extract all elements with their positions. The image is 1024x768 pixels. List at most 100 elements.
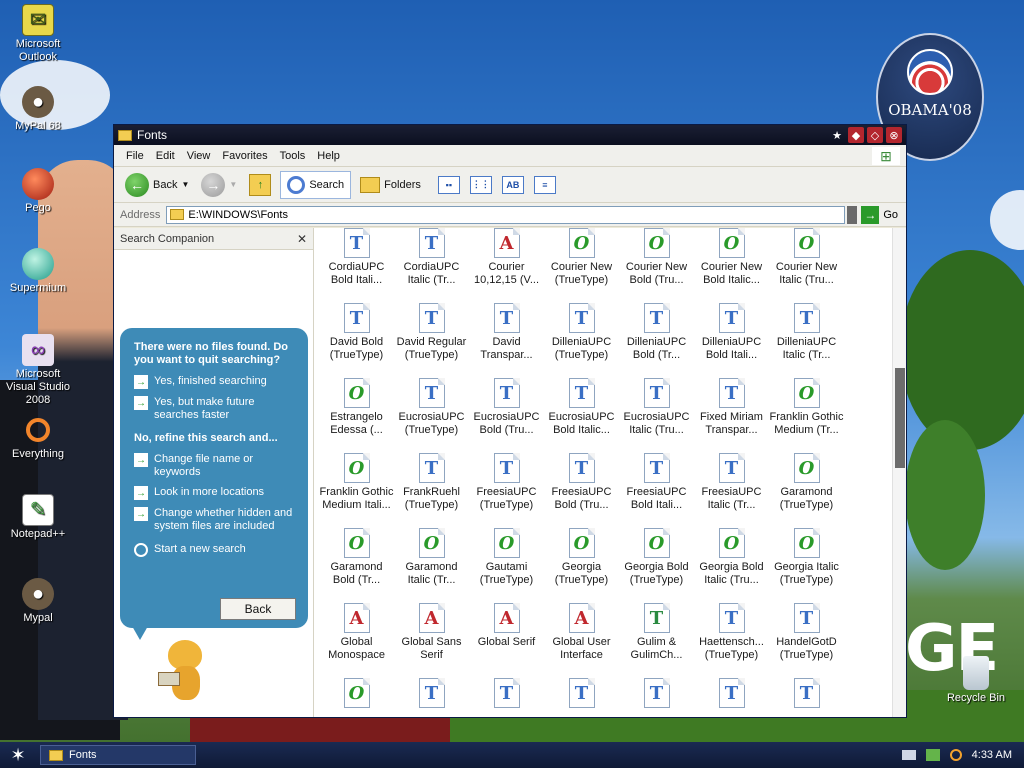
menu-edit[interactable]: Edit [150,150,181,162]
font-file-item[interactable]: O Estrangelo Edessa (... [319,378,394,453]
font-file-item[interactable]: T David Transpar... [469,303,544,378]
font-file-item[interactable]: T DilleniaUPC Bold (Tr... [619,303,694,378]
font-file-item[interactable]: O Gautami (TrueType) [469,528,544,603]
desktop-icon-recycle-bin[interactable]: Recycle Bin [944,656,1008,704]
font-file-item[interactable]: O Franklin Gothic Medium Itali... [319,453,394,528]
font-file-item[interactable]: O Georgia Bold Italic (Tru... [694,528,769,603]
view-details-icon[interactable]: ≡ [533,175,556,194]
back-button[interactable]: ← Back ▼ [122,171,192,199]
font-file-item[interactable]: O Courier New (TrueType) [544,228,619,303]
font-file-item[interactable]: O Garamond Bold (Tr... [319,528,394,603]
desktop-icon-everything[interactable]: Everything [0,414,76,461]
search-button[interactable]: Search [280,170,352,199]
font-file-item[interactable]: O Georgia Bold (TrueType) [619,528,694,603]
font-file-item[interactable]: O Georgia (TrueType) [544,528,619,603]
keyboard-icon[interactable] [901,750,916,760]
font-file-item[interactable]: T David Regular (TrueType) [394,303,469,378]
network-icon[interactable] [925,749,940,761]
address-field[interactable]: E:\WINDOWS\Fonts [166,205,846,224]
view-icons-icon[interactable]: ⋮⋮ [469,175,492,194]
close-icon[interactable]: ✕ [297,232,307,246]
desktop-icon-supermium[interactable]: Supermium [0,248,76,295]
font-file-item[interactable]: O [319,678,394,717]
desktop-icon-notepadpp[interactable]: ✎ Notepad++ [0,494,76,541]
font-file-item[interactable]: A Global Serif [469,603,544,678]
font-file-item[interactable]: T FreesiaUPC Bold (Tru... [544,453,619,528]
taskbar-item-fonts[interactable]: Fonts [40,745,196,765]
option-hidden-files[interactable]: → Change whether hidden and system files… [134,507,296,533]
chevron-down-icon[interactable]: ▼ [229,180,237,189]
up-folder-button[interactable]: ↑ [246,172,274,198]
font-file-item[interactable]: O Garamond Italic (Tr... [394,528,469,603]
font-file-item[interactable]: T DilleniaUPC (TrueType) [544,303,619,378]
minimize-button[interactable]: ◇ [867,127,883,143]
font-file-item[interactable]: T HandelGotD (TrueType) [769,603,844,678]
font-file-item[interactable]: T [469,678,544,717]
font-file-item[interactable]: T [769,678,844,717]
go-button[interactable]: → Go [861,205,898,224]
font-file-item[interactable]: T Haettensch... (TrueType) [694,603,769,678]
font-file-item[interactable]: T [394,678,469,717]
font-file-item[interactable]: T CordiaUPC Bold Itali... [319,228,394,303]
option-more-locations[interactable]: → Look in more locations [134,486,296,500]
font-file-item[interactable]: A Global User Interface [544,603,619,678]
font-file-item[interactable]: T [544,678,619,717]
font-file-item[interactable]: T David Bold (TrueType) [319,303,394,378]
font-file-item[interactable]: T FreesiaUPC Italic (Tr... [694,453,769,528]
font-file-item[interactable]: T Fixed Miriam Transpar... [694,378,769,453]
font-file-item[interactable]: T FreesiaUPC (TrueType) [469,453,544,528]
option-finished-searching[interactable]: → Yes, finished searching [134,375,296,389]
font-file-item[interactable]: T FreesiaUPC Bold Itali... [619,453,694,528]
font-file-item[interactable]: T EucrosiaUPC Bold Italic... [544,378,619,453]
font-file-item[interactable]: T EucrosiaUPC Bold (Tru... [469,378,544,453]
rollup-button[interactable]: ◆ [848,127,864,143]
font-file-item[interactable]: T EucrosiaUPC (TrueType) [394,378,469,453]
vertical-scrollbar[interactable] [892,228,906,717]
font-file-item[interactable]: T [694,678,769,717]
desktop-icon-mypal68[interactable]: ● MyPal 68 [0,86,76,133]
companion-back-button[interactable]: Back [220,598,296,620]
font-file-item[interactable]: O Courier New Bold Italic... [694,228,769,303]
desktop-icon-outlook[interactable]: ✉ Microsoft Outlook [0,4,76,64]
font-file-item[interactable]: A Global Monospace [319,603,394,678]
folders-button[interactable]: Folders [357,175,424,195]
desktop-icon-mypal[interactable]: ● Mypal [0,578,76,625]
option-new-search[interactable]: Start a new search [134,543,296,557]
clock[interactable]: 4:33 AM [972,749,1012,761]
font-file-item[interactable]: T DilleniaUPC Bold Itali... [694,303,769,378]
font-file-item[interactable]: A Global Sans Serif [394,603,469,678]
font-file-item[interactable]: O Garamond (TrueType) [769,453,844,528]
address-dropdown-icon[interactable] [847,205,858,224]
font-file-item[interactable]: T CordiaUPC Italic (Tr... [394,228,469,303]
menu-tools[interactable]: Tools [274,150,312,162]
font-file-item[interactable]: O Georgia Italic (TrueType) [769,528,844,603]
font-file-item[interactable]: T Gulim & GulimCh... [619,603,694,678]
font-file-item[interactable]: A Courier 10,12,15 (V... [469,228,544,303]
font-file-item[interactable]: T DilleniaUPC Italic (Tr... [769,303,844,378]
view-thumbnails-icon[interactable]: ▪▪ [437,175,460,194]
pin-icon[interactable]: ★ [829,127,845,143]
option-change-name[interactable]: → Change file name or keywords [134,453,296,479]
font-file-item[interactable]: T FrankRuehl (TrueType) [394,453,469,528]
option-faster-searches[interactable]: → Yes, but make future searches faster [134,396,296,422]
menu-file[interactable]: File [120,150,150,162]
close-button[interactable]: ⊗ [886,127,902,143]
desktop-icon-visual-studio[interactable]: ∞ Microsoft Visual Studio 2008 [0,334,76,407]
menu-help[interactable]: Help [311,150,346,162]
menu-view[interactable]: View [181,150,217,162]
start-button[interactable]: ✶ [0,742,36,768]
forward-button[interactable]: → ▼ [198,171,240,199]
font-file-item[interactable]: T EucrosiaUPC Italic (Tru... [619,378,694,453]
font-file-item[interactable]: T [619,678,694,717]
title-bar[interactable]: Fonts ★ ◆ ◇ ⊗ [114,125,906,145]
font-file-item[interactable]: O Courier New Bold (Tru... [619,228,694,303]
scrollbar-thumb[interactable] [895,368,905,468]
search-icon[interactable] [949,749,962,761]
font-file-item[interactable]: O Franklin Gothic Medium (Tr... [769,378,844,453]
chevron-down-icon[interactable]: ▼ [181,180,189,189]
menu-favorites[interactable]: Favorites [216,150,273,162]
search-dog-icon[interactable] [158,640,214,702]
desktop-icon-pego[interactable]: Pego [0,168,76,215]
view-fontsample-icon[interactable]: AB [501,175,524,194]
font-file-item[interactable]: O Courier New Italic (Tru... [769,228,844,303]
